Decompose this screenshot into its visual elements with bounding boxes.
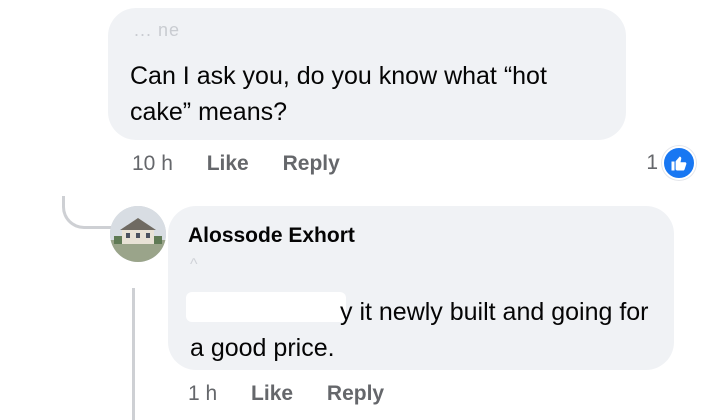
reaction-summary[interactable]: 1 [646, 146, 696, 180]
comment-timestamp[interactable]: 10 h [132, 152, 173, 175]
comment-author[interactable]: Alossode Exhort [188, 224, 355, 248]
comment-actions: 10 h Like Reply [132, 152, 340, 176]
thread-line [132, 288, 135, 420]
reply-bubble: Alossode Exhort ^ y it newly built and g… [168, 206, 674, 370]
like-button[interactable]: Like [207, 152, 249, 175]
comment-text: Can I ask you, do you know what “hot cak… [130, 62, 547, 126]
reaction-count: 1 [646, 151, 658, 174]
comment-text: y it newly built and going for a good pr… [190, 294, 660, 366]
redacted-text: ^ [190, 256, 198, 273]
comment-text-visible: y it newly built and going for a good pr… [190, 298, 649, 362]
comment-timestamp[interactable]: 1 h [188, 382, 217, 405]
reply-button[interactable]: Reply [283, 152, 340, 175]
comment-bubble: ... ne Can I ask you, do you know what “… [108, 8, 626, 140]
thumbs-up-icon [662, 146, 696, 180]
like-button[interactable]: Like [251, 382, 293, 405]
thread-connector [62, 196, 111, 229]
reply-button[interactable]: Reply [327, 382, 384, 405]
avatar[interactable] [110, 206, 166, 262]
author-name-partial: ... ne [134, 20, 181, 40]
reply-actions: 1 h Like Reply [188, 382, 384, 406]
